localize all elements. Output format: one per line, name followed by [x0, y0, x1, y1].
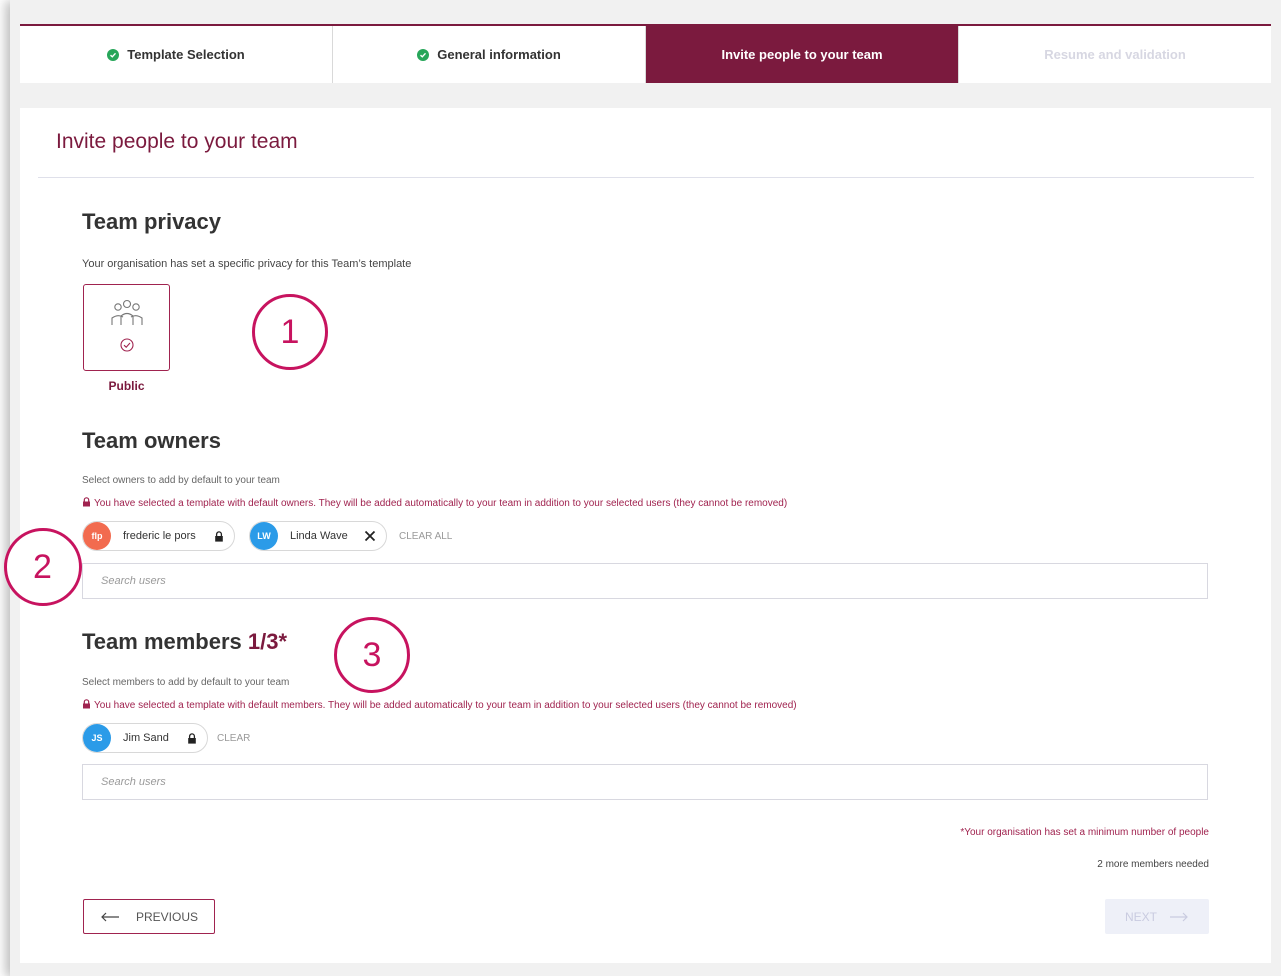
- arrow-right-icon: [1169, 912, 1189, 922]
- lock-icon: [82, 497, 94, 510]
- owner-chip-linda: LW Linda Wave: [249, 521, 387, 551]
- close-icon[interactable]: [364, 530, 376, 542]
- people-group-icon: [107, 299, 147, 332]
- next-button[interactable]: NEXT: [1105, 899, 1209, 934]
- owners-notice-text: You have selected a template with defaul…: [94, 498, 788, 509]
- step-resume-validation: Resume and validation: [959, 26, 1271, 83]
- privacy-option-label: Public: [108, 379, 145, 393]
- previous-button[interactable]: PREVIOUS: [83, 899, 215, 934]
- annotation-marker-3: 3: [334, 617, 410, 693]
- divider: [38, 177, 1254, 178]
- privacy-option-public[interactable]: [83, 284, 170, 371]
- avatar: LW: [250, 522, 278, 550]
- members-count: 1/3*: [247, 629, 288, 654]
- step-label: Resume and validation: [1044, 47, 1186, 62]
- chip-name: Linda Wave: [290, 530, 348, 542]
- arrow-left-icon: [100, 912, 120, 922]
- chip-name: Jim Sand: [123, 732, 169, 744]
- members-notice-text: You have selected a template with defaul…: [94, 700, 797, 711]
- owners-notice: You have selected a template with defaul…: [82, 497, 787, 510]
- page-title: Invite people to your team: [56, 130, 298, 153]
- team-members-heading-text: Team members: [82, 629, 242, 654]
- step-invite-people[interactable]: Invite people to your team: [646, 26, 959, 83]
- next-label: NEXT: [1124, 909, 1157, 924]
- members-needed-note: 2 more members needed: [1097, 859, 1209, 870]
- step-general-information[interactable]: General information: [333, 26, 646, 83]
- owners-helper-text: Select owners to add by default to your …: [82, 475, 280, 486]
- check-circle-icon: [107, 48, 120, 61]
- wizard-stepper: Template Selection General information I…: [20, 24, 1271, 83]
- step-template-selection[interactable]: Template Selection: [20, 26, 333, 83]
- step-label: Invite people to your team: [721, 47, 883, 62]
- step-label: General information: [437, 47, 561, 62]
- lock-icon: [187, 732, 197, 744]
- members-helper-text: Select members to add by default to your…: [82, 677, 290, 688]
- privacy-description: Your organisation has set a specific pri…: [82, 258, 412, 270]
- lock-icon: [82, 699, 94, 712]
- check-circle-outline-icon: [119, 337, 134, 357]
- avatar: flp: [83, 522, 111, 550]
- owner-chip-frederic: flp frederic le pors: [82, 521, 235, 551]
- lock-icon: [214, 530, 224, 542]
- annotation-marker-2: 2: [4, 528, 82, 606]
- members-notice: You have selected a template with defaul…: [82, 699, 797, 712]
- member-chip-jim: JS Jim Sand: [82, 723, 208, 753]
- owners-search-input[interactable]: [82, 563, 1208, 599]
- team-owners-heading: Team owners: [82, 428, 221, 453]
- main-card: Invite people to your team Team privacy …: [20, 108, 1271, 963]
- avatar: JS: [83, 724, 111, 752]
- previous-label: PREVIOUS: [135, 909, 198, 924]
- clear-members-button[interactable]: CLEAR: [217, 733, 250, 744]
- annotation-marker-1: 1: [252, 294, 328, 370]
- team-privacy-heading: Team privacy: [82, 209, 222, 234]
- check-circle-icon: [417, 48, 430, 61]
- clear-all-owners-button[interactable]: CLEAR ALL: [399, 531, 452, 542]
- members-search-input[interactable]: [82, 764, 1208, 800]
- minimum-people-note: *Your organisation has set a minimum num…: [960, 827, 1209, 838]
- team-members-heading: Team members 1/3*: [82, 629, 287, 655]
- step-label: Template Selection: [127, 47, 245, 62]
- chip-name: frederic le pors: [123, 530, 196, 542]
